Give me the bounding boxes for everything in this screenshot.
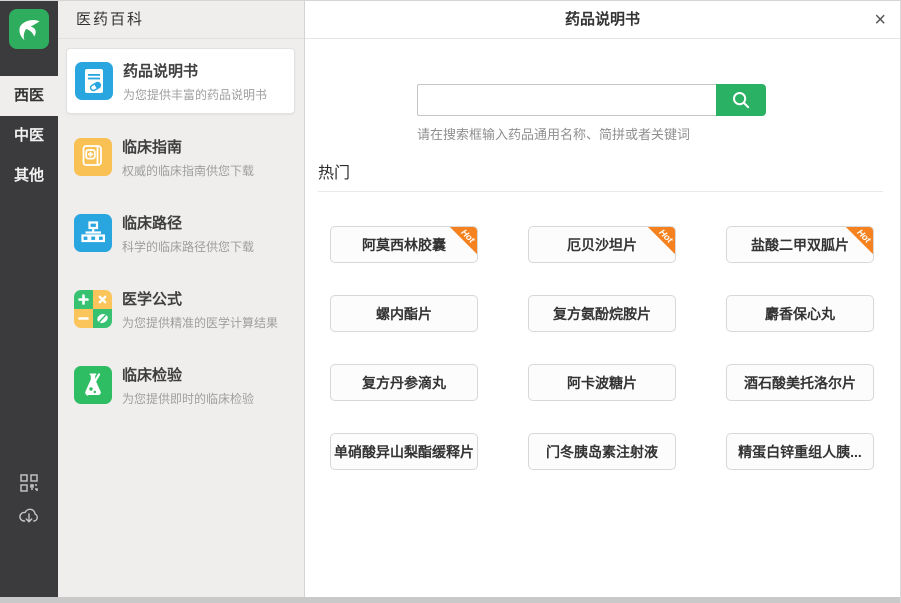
clinical-guide-icon [74, 138, 112, 176]
drug-name: 螺内酯片 [376, 304, 432, 324]
nav-item-title: 临床检验 [122, 364, 254, 385]
drug-name: 阿莫西林胶囊 [362, 235, 446, 255]
drug-button[interactable]: 复方氨酚烷胺片 [528, 295, 676, 332]
nav-item-subtitle: 为您提供即时的临床检验 [122, 390, 254, 407]
drug-button[interactable]: 阿莫西林胶囊Hot [330, 226, 478, 263]
drug-button[interactable]: 精蛋白锌重组人胰... [726, 433, 874, 470]
close-icon[interactable]: × [874, 6, 886, 34]
search-magnifier-icon [731, 90, 751, 110]
drug-name: 精蛋白锌重组人胰... [738, 442, 862, 462]
nav-item-clinical-path[interactable]: 临床路径 科学的临床路径供您下载 [66, 200, 295, 266]
drug-button[interactable]: 酒石酸美托洛尔片 [726, 364, 874, 401]
drug-name: 盐酸二甲双胍片 [751, 235, 849, 255]
drug-name: 门冬胰岛素注射液 [546, 442, 658, 462]
search-input[interactable] [417, 84, 716, 116]
drug-name: 酒石酸美托洛尔片 [744, 373, 856, 393]
nav-item-subtitle: 为您提供丰富的药品说明书 [123, 86, 267, 103]
category-tabs: 西医 中医 其他 [0, 76, 58, 196]
drug-button[interactable]: 厄贝沙坦片 Hot [528, 226, 676, 263]
app-logo-icon[interactable] [9, 9, 49, 49]
search-hint: 请在搜索框输入药品通用名称、简拼或者关键词 [417, 124, 900, 143]
drug-manual-icon [75, 62, 113, 100]
nav-item-text: 临床指南 权威的临床指南供您下载 [122, 136, 254, 179]
nav-item-text: 药品说明书 为您提供丰富的药品说明书 [123, 60, 267, 103]
drug-grid: 阿莫西林胶囊Hot厄贝沙坦片Hot盐酸二甲双胍片Hot螺内酯片复方氨酚烷胺片麝香… [330, 226, 900, 470]
drug-button[interactable]: 门冬胰岛素注射液 [528, 433, 676, 470]
nav-item-clinical-test[interactable]: 临床检验 为您提供即时的临床检验 [66, 352, 295, 418]
nav-item-drug-manual[interactable]: 药品说明书 为您提供丰富的药品说明书 [66, 48, 295, 114]
nav-item-medical-formula[interactable]: 医学公式 为您提供精准的医学计算结果 [66, 276, 295, 342]
nav-item-title: 临床路径 [122, 212, 254, 233]
drug-name: 复方氨酚烷胺片 [553, 304, 651, 324]
nav-item-title: 临床指南 [122, 136, 254, 157]
nav-item-text: 医学公式 为您提供精准的医学计算结果 [122, 288, 278, 331]
nav-item-subtitle: 权威的临床指南供您下载 [122, 162, 254, 179]
clinical-path-icon [74, 214, 112, 252]
panel-title: 医药百科 [58, 1, 304, 39]
drug-name: 复方丹参滴丸 [362, 373, 446, 393]
nav-item-title: 医学公式 [122, 288, 278, 309]
app-sidebar: 西医 中医 其他 [0, 1, 58, 603]
drug-button[interactable]: 盐酸二甲双胍片Hot [726, 226, 874, 263]
drug-button[interactable]: 麝香保心丸 [726, 295, 874, 332]
hot-section-divider [318, 191, 883, 192]
drug-button[interactable]: 单硝酸异山梨酯缓释片 [330, 433, 478, 470]
window-bottom-edge [0, 597, 900, 603]
nav-item-text: 临床路径 科学的临床路径供您下载 [122, 212, 254, 255]
drug-name: 厄贝沙坦片 [567, 235, 637, 255]
hot-badge: Hot [447, 226, 478, 257]
main-panel: 药品说明书 × 请在搜索框输入药品通用名称、简拼或者关键词 热门 阿莫西林胶囊H… [305, 1, 900, 603]
clinical-test-icon [74, 366, 112, 404]
qr-code-icon[interactable] [20, 474, 38, 492]
tab-chinese-medicine[interactable]: 中医 [0, 116, 58, 156]
drug-name: 单硝酸异山梨酯缓释片 [334, 442, 474, 462]
medical-formula-icon [74, 290, 112, 328]
drug-button[interactable]: 复方丹参滴丸 [330, 364, 478, 401]
nav-panel: 医药百科 药品说明书 为您提供丰富的药品说明书 [58, 1, 305, 603]
page-title: 药品说明书 [305, 1, 900, 39]
drug-button[interactable]: 螺内酯片 [330, 295, 478, 332]
drug-name: 阿卡波糖片 [567, 373, 637, 393]
hot-section-heading: 热门 [318, 159, 900, 183]
search-button[interactable] [716, 84, 766, 116]
tab-other[interactable]: 其他 [0, 156, 58, 196]
drug-button[interactable]: 阿卡波糖片 [528, 364, 676, 401]
nav-item-subtitle: 科学的临床路径供您下载 [122, 238, 254, 255]
hot-badge: Hot [645, 226, 676, 257]
nav-items: 药品说明书 为您提供丰富的药品说明书 临床指南 权威的临床指南供您下载 [58, 39, 304, 418]
nav-item-subtitle: 为您提供精准的医学计算结果 [122, 314, 278, 331]
tab-western-medicine[interactable]: 西医 [0, 76, 58, 116]
app-window: 西医 中医 其他 医药百科 [0, 0, 901, 603]
cloud-download-icon[interactable] [18, 506, 40, 525]
drug-name: 麝香保心丸 [765, 304, 835, 324]
main-header: 药品说明书 × [305, 1, 900, 39]
nav-item-text: 临床检验 为您提供即时的临床检验 [122, 364, 254, 407]
nav-item-title: 药品说明书 [123, 60, 267, 81]
nav-item-clinical-guide[interactable]: 临床指南 权威的临床指南供您下载 [66, 124, 295, 190]
search-row [417, 84, 900, 116]
sidebar-bottom-icons [0, 474, 58, 525]
